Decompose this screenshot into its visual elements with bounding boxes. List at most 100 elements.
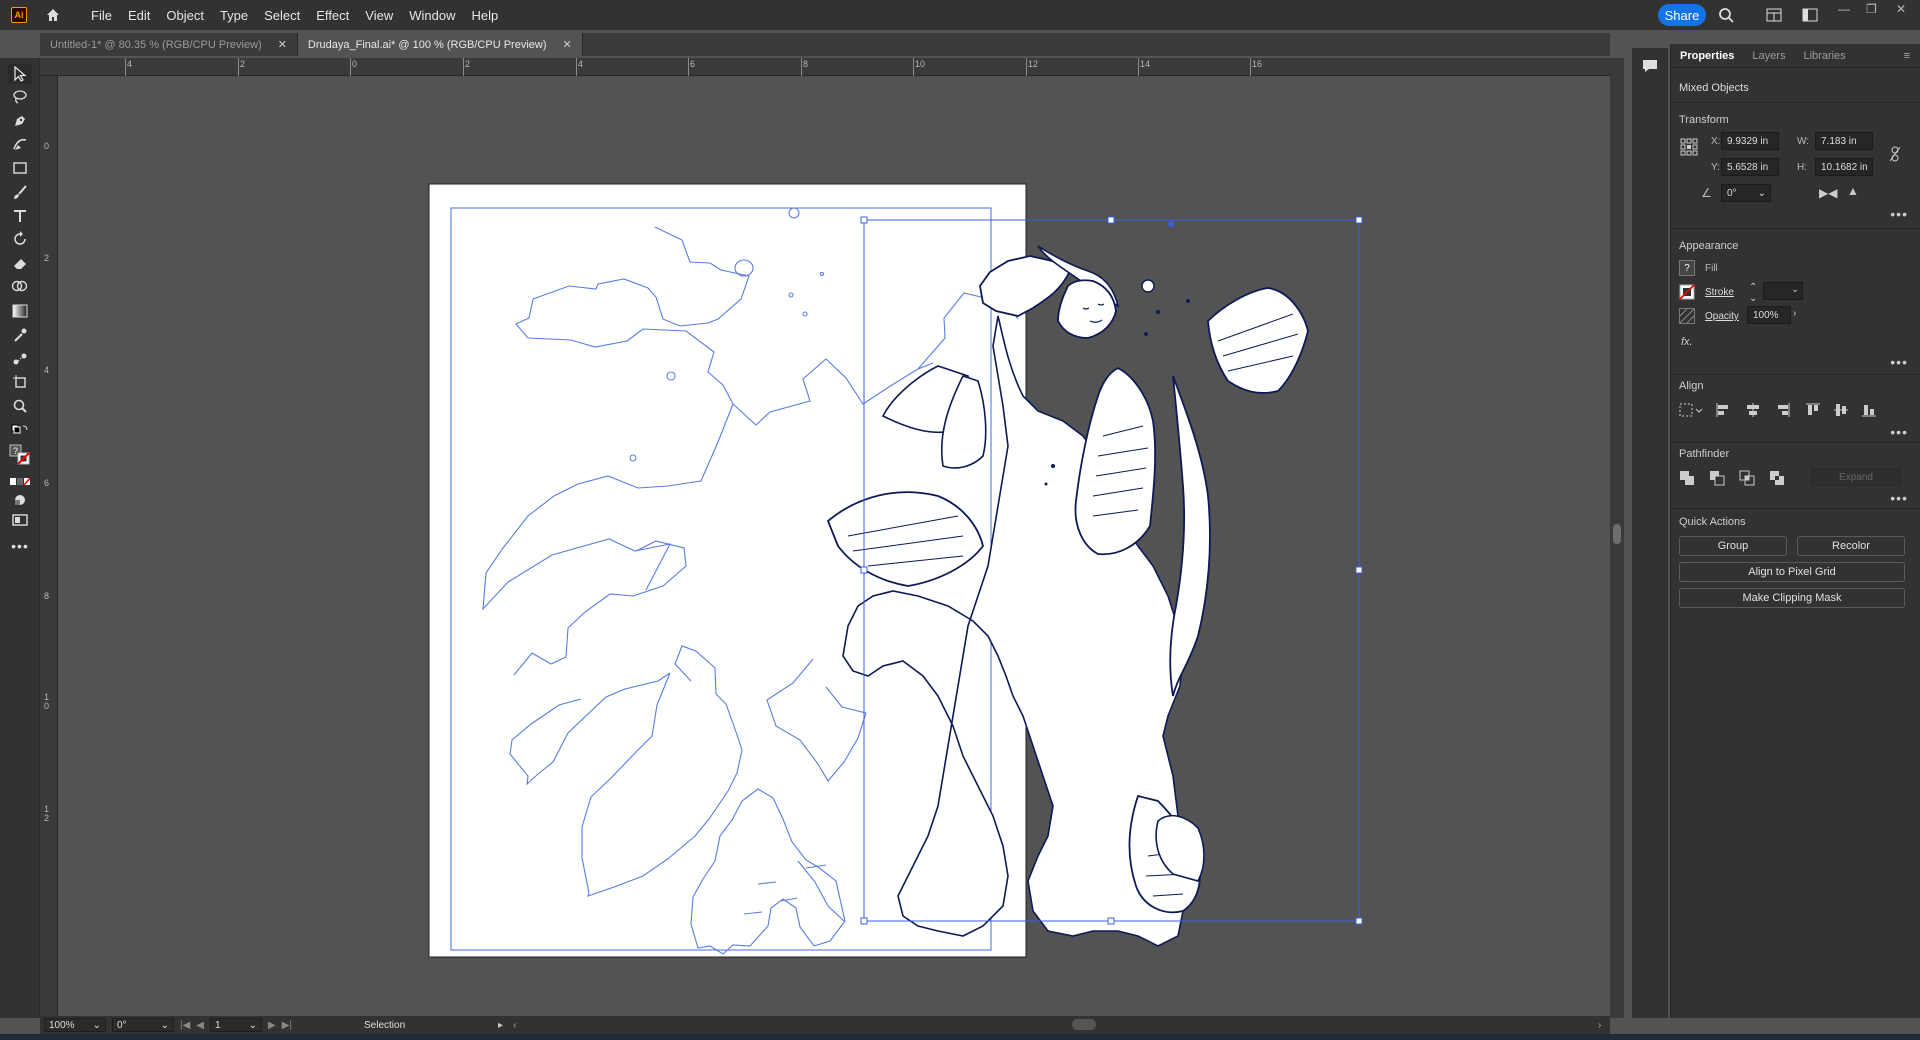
align-to-pixel-grid-button[interactable]: Align to Pixel Grid xyxy=(1679,562,1905,582)
home-icon[interactable] xyxy=(43,5,63,25)
minus-front-icon[interactable] xyxy=(1709,470,1725,486)
blend-tool-icon[interactable] xyxy=(8,349,32,369)
rotate-handle[interactable] xyxy=(1168,221,1174,227)
group-button[interactable]: Group xyxy=(1679,536,1787,556)
align-right-icon[interactable] xyxy=(1775,402,1791,418)
vertical-scroll-thumb[interactable] xyxy=(1613,524,1621,544)
edit-toolbar-icon[interactable]: ••• xyxy=(8,536,32,556)
menu-type[interactable]: Type xyxy=(212,8,256,23)
menu-window[interactable]: Window xyxy=(401,8,463,23)
search-icon[interactable] xyxy=(1716,5,1736,25)
menu-file[interactable]: File xyxy=(83,8,120,23)
expand-button[interactable]: Expand xyxy=(1811,468,1901,486)
exclude-icon[interactable] xyxy=(1769,470,1785,486)
share-button[interactable]: Share xyxy=(1658,4,1706,26)
flip-horizontal-icon[interactable]: ▶◀ xyxy=(1819,186,1837,200)
rectangle-tool-icon[interactable] xyxy=(8,158,32,178)
constrain-proportions-icon[interactable] xyxy=(1887,146,1903,162)
vertical-scrollbar[interactable] xyxy=(1610,58,1624,1018)
unite-icon[interactable] xyxy=(1679,470,1695,486)
more-options-icon[interactable]: ••• xyxy=(1890,424,1908,440)
more-options-icon[interactable]: ••• xyxy=(1890,206,1908,222)
panel-menu-icon[interactable]: ≡ xyxy=(1904,50,1910,62)
width-field[interactable]: 7.183 in xyxy=(1815,132,1873,150)
tab-properties[interactable]: Properties xyxy=(1671,50,1743,62)
zoom-tool-icon[interactable] xyxy=(8,396,32,416)
close-tab-icon[interactable]: ✕ xyxy=(563,38,572,51)
next-artboard-icon[interactable]: ▶ xyxy=(268,1020,276,1031)
menu-effect[interactable]: Effect xyxy=(308,8,357,23)
fill-stroke-swatch-icon[interactable]: ? xyxy=(8,444,32,466)
menu-view[interactable]: View xyxy=(357,8,401,23)
pen-tool-icon[interactable] xyxy=(8,111,32,131)
align-top-icon[interactable] xyxy=(1805,402,1821,418)
status-menu-icon[interactable]: ▸ xyxy=(498,1020,503,1031)
tab-libraries[interactable]: Libraries xyxy=(1794,50,1854,62)
align-vertical-center-icon[interactable] xyxy=(1833,402,1849,418)
align-left-icon[interactable] xyxy=(1715,402,1731,418)
effects-icon[interactable]: fx. xyxy=(1681,336,1693,348)
color-mode-icon[interactable] xyxy=(8,472,32,492)
stroke-label[interactable]: Stroke xyxy=(1705,287,1734,298)
minimize-icon[interactable]: — xyxy=(1838,2,1850,16)
height-field[interactable]: 10.1682 in xyxy=(1815,158,1873,176)
close-tab-icon[interactable]: ✕ xyxy=(278,38,287,51)
eraser-tool-icon[interactable] xyxy=(8,253,32,273)
last-artboard-icon[interactable]: ▶| xyxy=(282,1020,292,1031)
horizontal-scroll-thumb[interactable] xyxy=(1072,1019,1096,1030)
tab-untitled[interactable]: Untitled-1* @ 80.35 % (RGB/CPU Preview) … xyxy=(40,33,298,56)
rotation-field[interactable]: 0° ⌄ xyxy=(112,1018,174,1032)
eyedropper-tool-icon[interactable] xyxy=(8,325,32,345)
x-position-field[interactable]: 9.9329 in xyxy=(1721,132,1779,150)
fill-swatch-icon[interactable]: ? xyxy=(1679,260,1695,276)
align-horizontal-center-icon[interactable] xyxy=(1745,402,1761,418)
restore-icon[interactable]: ❐ xyxy=(1866,2,1877,16)
opacity-field[interactable]: 100% xyxy=(1747,306,1791,324)
align-to-selection-icon[interactable] xyxy=(1679,402,1703,418)
selection-tool-icon[interactable] xyxy=(8,64,32,84)
type-tool-icon[interactable] xyxy=(8,206,32,226)
gradient-tool-icon[interactable] xyxy=(8,301,32,321)
shape-builder-tool-icon[interactable] xyxy=(8,277,32,297)
rotate-angle-field[interactable]: 0° ⌄ xyxy=(1721,184,1771,202)
y-position-field[interactable]: 5.6528 in xyxy=(1721,158,1779,176)
menu-select[interactable]: Select xyxy=(256,8,308,23)
zoom-level-field[interactable]: 100% ⌄ xyxy=(44,1018,106,1032)
screen-mode-icon[interactable] xyxy=(8,510,32,530)
align-bottom-icon[interactable] xyxy=(1861,402,1877,418)
first-artboard-icon[interactable]: |◀ xyxy=(180,1020,190,1031)
make-clipping-mask-button[interactable]: Make Clipping Mask xyxy=(1679,588,1905,608)
comments-icon[interactable] xyxy=(1640,56,1660,76)
more-options-icon[interactable]: ••• xyxy=(1890,490,1908,506)
artboard-number-field[interactable]: 1 ⌄ xyxy=(210,1018,262,1032)
lasso-tool-icon[interactable] xyxy=(8,87,32,107)
menu-edit[interactable]: Edit xyxy=(120,8,158,23)
previous-artboard-icon[interactable]: ◀ xyxy=(196,1020,204,1031)
stroke-swatch-icon[interactable] xyxy=(1679,284,1695,300)
artwork-canvas[interactable] xyxy=(58,76,1610,1016)
reference-point-icon[interactable] xyxy=(1679,137,1699,157)
tab-drudaya-final[interactable]: Drudaya_Final.ai* @ 100 % (RGB/CPU Previ… xyxy=(297,33,583,56)
artboard-tool-icon[interactable] xyxy=(8,372,32,392)
workspace-switcher-icon[interactable] xyxy=(1800,5,1820,25)
rotate-tool-icon[interactable] xyxy=(8,229,32,249)
artwork-svg[interactable] xyxy=(58,76,1610,1016)
opacity-label[interactable]: Opacity xyxy=(1705,311,1739,322)
menu-object[interactable]: Object xyxy=(158,8,212,23)
vertical-ruler[interactable]: 0 2 4 6 8 1 0 1 2 xyxy=(40,76,58,1016)
more-options-icon[interactable]: ••• xyxy=(1890,354,1908,370)
close-icon[interactable]: ✕ xyxy=(1896,2,1906,16)
recolor-button[interactable]: Recolor xyxy=(1797,536,1905,556)
stroke-weight-stepper[interactable]: ⌃ ⌄ xyxy=(1749,282,1757,304)
chevron-right-icon[interactable]: › xyxy=(1793,308,1796,319)
default-colors-icon[interactable] xyxy=(8,420,32,440)
paintbrush-tool-icon[interactable] xyxy=(8,182,32,202)
scroll-left-icon[interactable]: ‹ xyxy=(513,1020,516,1031)
scroll-right-icon[interactable]: › xyxy=(1598,1020,1601,1031)
draw-mode-icon[interactable] xyxy=(8,490,32,510)
chevron-down-icon[interactable]: ⌄ xyxy=(1791,284,1799,295)
horizontal-ruler[interactable]: 4 2 0 2 4 6 8 10 12 14 16 xyxy=(40,58,1610,76)
curvature-tool-icon[interactable] xyxy=(8,134,32,154)
intersect-icon[interactable] xyxy=(1739,470,1755,486)
flip-vertical-icon[interactable]: ▲ xyxy=(1847,184,1859,198)
